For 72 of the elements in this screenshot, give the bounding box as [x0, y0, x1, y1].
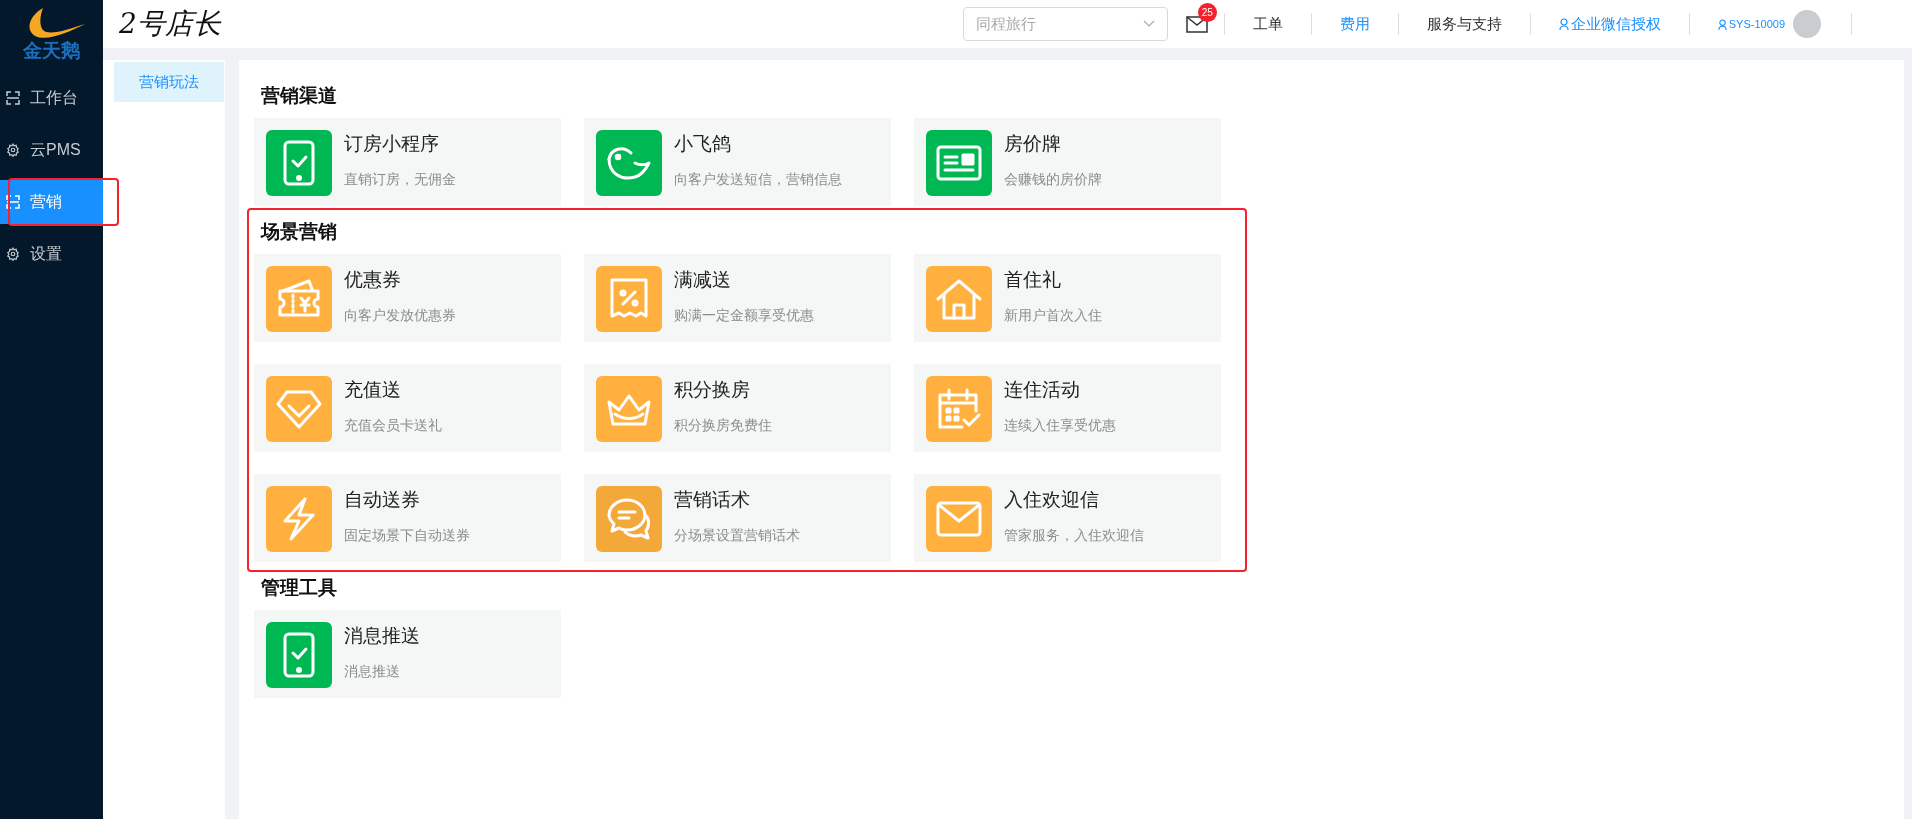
feature-card[interactable]: 充值送 充值会员卡送礼 — [254, 364, 561, 452]
card-description: 购满一定金额享受优惠 — [674, 306, 814, 325]
card-description: 固定场景下自动送券 — [344, 526, 470, 545]
diamond-icon — [275, 388, 323, 430]
card-title: 营销话术 — [674, 488, 751, 512]
feature-card[interactable]: 消息推送 消息推送 — [254, 610, 561, 698]
card-title: 自动送券 — [344, 488, 421, 512]
settings-icon — [6, 143, 20, 157]
link-label: 工单 — [1252, 13, 1283, 34]
feature-card[interactable]: 房价牌 会赚钱的房价牌 — [914, 118, 1221, 206]
card-description: 管家服务，入住欢迎信 — [1004, 526, 1144, 545]
card-title: 优惠券 — [344, 268, 402, 292]
sidebar-item[interactable]: 工作台 — [0, 76, 103, 120]
feature-card[interactable]: 积分换房 积分换房免费住 — [584, 364, 891, 452]
link-label: 服务与支持 — [1426, 13, 1502, 34]
phone-icon — [282, 139, 316, 187]
link-label: 企业微信授权 — [1570, 13, 1661, 34]
account-name: SYS-10009 — [1728, 16, 1785, 32]
card-title: 消息推送 — [344, 624, 420, 648]
card-title: 房价牌 — [1004, 132, 1062, 156]
card-title: 首住礼 — [1004, 268, 1062, 292]
card-description: 新用户首次入住 — [1004, 306, 1102, 325]
section-heading: 场景营销 — [259, 220, 338, 244]
user-icon — [1717, 18, 1727, 30]
feature-card[interactable]: 小飞鸽 向客户发送短信，营销信息 — [584, 118, 891, 206]
card-description: 向客户发放优惠券 — [344, 306, 456, 325]
user-icon — [1558, 18, 1569, 30]
header-link[interactable]: 服务与支持 — [1398, 12, 1530, 36]
bracket-frame-icon — [6, 91, 20, 105]
section-heading: 管理工具 — [260, 576, 338, 600]
card-description: 充值会员卡送礼 — [344, 416, 442, 435]
card-title: 满减送 — [674, 268, 732, 292]
envelope-icon — [935, 500, 983, 538]
card-title: 订房小程序 — [344, 132, 440, 156]
feature-card[interactable]: 满减送 购满一定金额享受优惠 — [584, 254, 891, 342]
sidebar-item[interactable]: 设置 — [0, 232, 103, 276]
card-description: 积分换房免费住 — [674, 416, 772, 435]
phone-icon — [282, 631, 316, 679]
feature-card[interactable]: 自动送券 固定场景下自动送券 — [254, 474, 561, 562]
chat-bubbles-icon — [605, 496, 653, 542]
select-placeholder: 同程旅行 — [975, 13, 1036, 34]
bracket-frame-icon — [6, 195, 20, 209]
calendar-icon — [936, 387, 982, 431]
feature-card[interactable]: 入住欢迎信 管家服务，入住欢迎信 — [914, 474, 1221, 562]
feature-card[interactable]: 优惠券 向客户发放优惠券 — [254, 254, 561, 342]
link-label: 费用 — [1339, 13, 1370, 34]
feature-card[interactable]: 首住礼 新用户首次入住 — [914, 254, 1221, 342]
notification-badge: 25 — [1197, 3, 1217, 22]
home-icon — [935, 277, 983, 321]
card-description: 消息推送 — [344, 662, 401, 681]
logo-text: 金天鹅 — [23, 40, 80, 62]
card-title: 入住欢迎信 — [1004, 488, 1100, 512]
section-heading: 营销渠道 — [260, 84, 338, 108]
settings-icon — [6, 247, 20, 261]
card-description: 分场景设置营销话术 — [674, 526, 800, 545]
card-title: 积分换房 — [674, 378, 751, 402]
feature-card[interactable]: 订房小程序 直销订房，无佣金 — [254, 118, 561, 206]
mail-icon[interactable] — [1185, 15, 1208, 33]
card-title: 充值送 — [344, 378, 402, 402]
header-link[interactable]: 工单 — [1224, 12, 1311, 36]
card-title: 小飞鸽 — [674, 132, 732, 156]
feature-card[interactable]: 营销话术 分场景设置营销话术 — [584, 474, 891, 562]
card-description: 向客户发送短信，营销信息 — [674, 170, 842, 189]
card-icon — [935, 144, 983, 182]
card-title: 连住活动 — [1004, 378, 1081, 402]
card-description: 直销订房，无佣金 — [344, 170, 456, 189]
card-description: 连续入住享受优惠 — [1004, 416, 1116, 435]
app-title: 2号店长 — [119, 6, 221, 42]
chevron-down-icon — [1142, 20, 1155, 28]
feature-card[interactable]: 连住活动 连续入住享受优惠 — [914, 364, 1221, 452]
card-description: 会赚钱的房价牌 — [1004, 170, 1102, 189]
sidebar-item[interactable]: 云PMS — [0, 128, 103, 172]
